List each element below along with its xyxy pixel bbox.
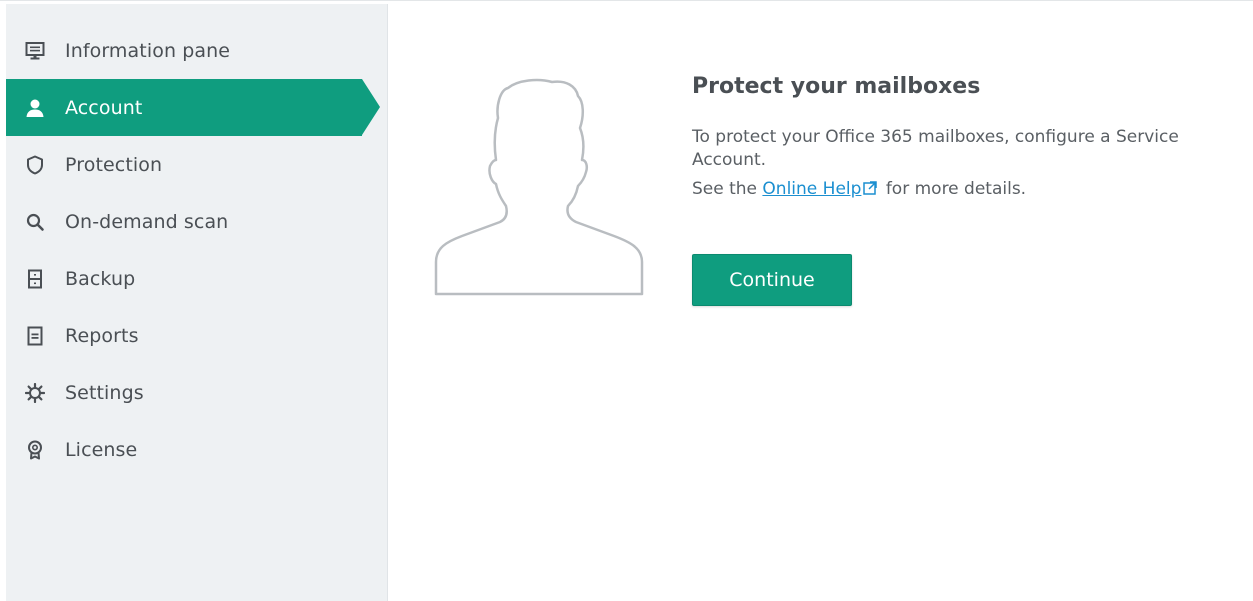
sidebar-nav: Information pane Account Protection On-d… — [6, 22, 388, 478]
sidebar-item-label: Information pane — [65, 39, 231, 62]
sidebar-item-label: Reports — [65, 324, 139, 347]
sidebar-item-reports[interactable]: Reports — [6, 307, 388, 364]
person-silhouette-icon — [434, 78, 644, 296]
report-icon — [24, 325, 46, 347]
sidebar-item-information-pane[interactable]: Information pane — [6, 22, 388, 79]
sidebar-item-label: Backup — [65, 267, 136, 290]
external-link-icon[interactable] — [863, 179, 878, 195]
license-icon — [24, 439, 46, 461]
search-icon — [24, 211, 46, 233]
sidebar-item-protection[interactable]: Protection — [6, 136, 388, 193]
sidebar-item-label: Account — [65, 96, 143, 119]
sidebar-item-account[interactable]: Account — [6, 79, 380, 136]
sidebar-item-settings[interactable]: Settings — [6, 364, 388, 421]
description-text: To protect your Office 365 mailboxes, co… — [692, 127, 1179, 170]
sidebar: Information pane Account Protection On-d… — [6, 4, 388, 601]
sidebar-item-label: Protection — [65, 153, 163, 176]
help-suffix-text: for more details. — [880, 179, 1027, 199]
backup-icon — [24, 268, 46, 290]
sidebar-item-label: Settings — [65, 381, 144, 404]
shield-icon — [24, 154, 46, 176]
person-icon — [24, 97, 46, 119]
help-line: See the Online Help for more details. — [692, 178, 1212, 201]
sidebar-item-label: License — [65, 438, 138, 461]
monitor-icon — [24, 40, 46, 62]
sidebar-item-on-demand-scan[interactable]: On-demand scan — [6, 193, 388, 250]
continue-button[interactable]: Continue — [692, 254, 852, 306]
sidebar-item-license[interactable]: License — [6, 421, 388, 478]
gear-icon — [24, 382, 46, 404]
help-prefix-text: See the — [692, 179, 763, 199]
online-help-link[interactable]: Online Help — [762, 179, 861, 199]
sidebar-item-backup[interactable]: Backup — [6, 250, 388, 307]
top-divider — [0, 0, 1253, 1]
main-content: Protect your mailboxes To protect your O… — [692, 72, 1212, 306]
sidebar-item-label: On-demand scan — [65, 210, 229, 233]
account-avatar-illustration — [434, 76, 646, 296]
page-title: Protect your mailboxes — [692, 74, 981, 99]
